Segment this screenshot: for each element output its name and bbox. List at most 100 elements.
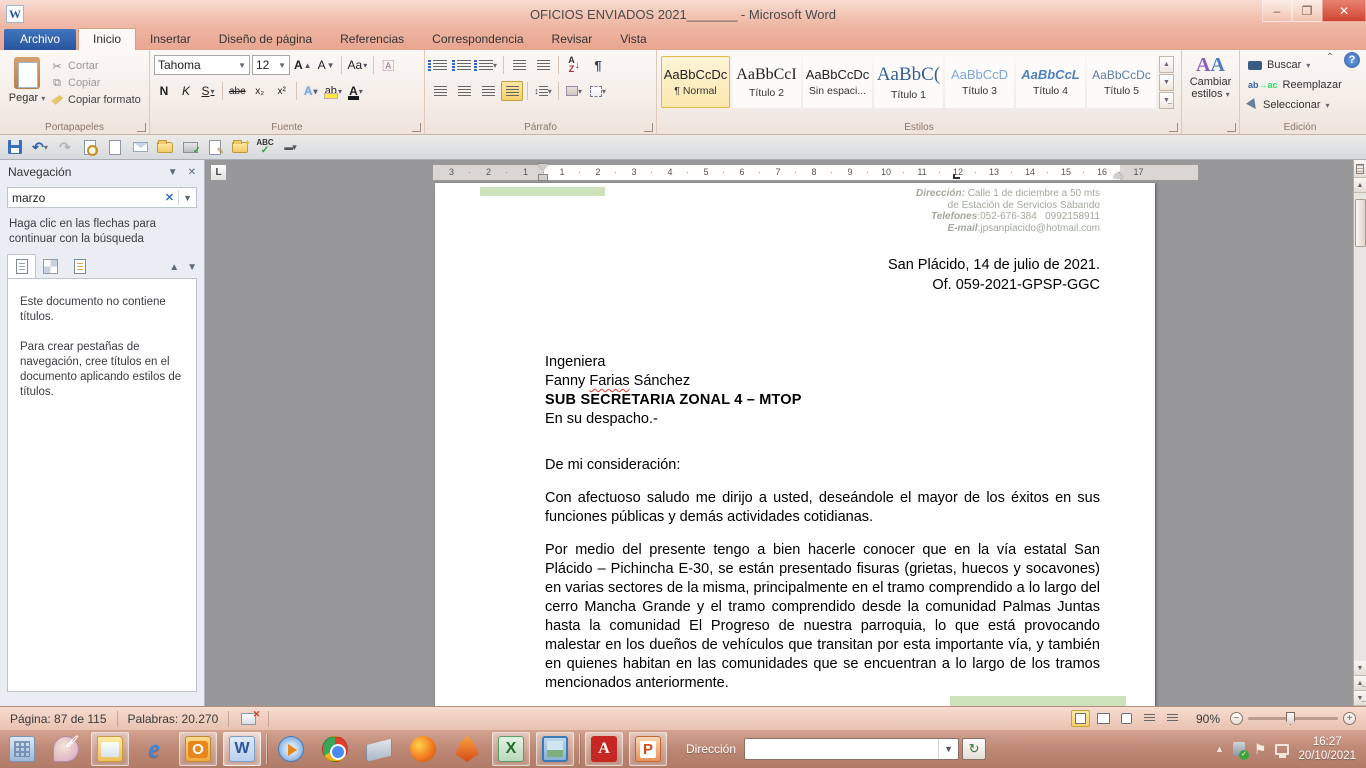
tab-correspondencia[interactable]: Correspondencia xyxy=(418,29,537,50)
style-titulo1[interactable]: AaBbC( Título 1 xyxy=(874,56,943,108)
previous-result-icon[interactable]: ▲ xyxy=(169,262,179,273)
text-effects-button[interactable]: A▾ xyxy=(301,81,321,101)
tab-referencias[interactable]: Referencias xyxy=(326,29,418,50)
customize-qat-button[interactable]: ▬▾ xyxy=(281,138,299,156)
minimize-button[interactable]: – xyxy=(1262,0,1292,22)
help-icon[interactable]: ? xyxy=(1344,52,1360,68)
taskbar-firefox[interactable] xyxy=(404,732,442,766)
next-page-button[interactable]: ▼̲ xyxy=(1354,691,1366,706)
proofing-errors-icon[interactable] xyxy=(241,713,256,725)
usb-device-icon[interactable] xyxy=(1233,742,1245,756)
taskbar-snipping-tool[interactable] xyxy=(536,732,574,766)
clear-formatting-button[interactable]: 🄰 xyxy=(378,55,398,75)
tab-insertar[interactable]: Insertar xyxy=(136,29,205,50)
font-family-combo[interactable]: Tahoma▼ xyxy=(154,55,250,75)
edit-document-button[interactable] xyxy=(206,138,224,156)
taskbar-scanner[interactable] xyxy=(360,732,398,766)
taskbar-powerpoint[interactable]: P xyxy=(629,732,667,766)
print-preview-button[interactable] xyxy=(81,138,99,156)
save-button[interactable] xyxy=(6,138,24,156)
taskbar-burn-tool[interactable] xyxy=(448,732,486,766)
grow-font-button[interactable]: A▲ xyxy=(292,55,314,75)
zoom-level[interactable]: 90% xyxy=(1196,712,1220,726)
taskbar-internet-explorer[interactable]: e xyxy=(135,732,173,766)
tab-stop-marker[interactable] xyxy=(953,174,960,179)
style-normal[interactable]: AaBbCcDc ¶ Normal xyxy=(661,56,730,108)
new-document-button[interactable] xyxy=(106,138,124,156)
borders-button[interactable]: ▾ xyxy=(587,81,609,101)
styles-scroll-down[interactable]: ▼ xyxy=(1159,74,1174,91)
undo-button[interactable]: ↶▾ xyxy=(31,138,49,156)
style-titulo4[interactable]: AaBbCcL Título 4 xyxy=(1016,56,1085,108)
sort-button[interactable]: AZ↓ xyxy=(563,55,585,75)
parrafo-dialog-launcher[interactable] xyxy=(644,123,653,132)
spelling-button[interactable]: ABC✓ xyxy=(256,138,274,156)
replace-button[interactable]: ab→acReemplazar xyxy=(1248,76,1356,94)
zoom-in-button[interactable]: + xyxy=(1343,712,1356,725)
line-spacing-button[interactable]: ↕▾ xyxy=(532,81,554,101)
strikethrough-button[interactable]: abe xyxy=(227,81,248,101)
open-button[interactable] xyxy=(156,138,174,156)
taskbar-media-player[interactable] xyxy=(272,732,310,766)
taskbar-outlook[interactable]: O xyxy=(179,732,217,766)
address-input[interactable] xyxy=(745,742,938,756)
taskbar-excel[interactable]: X xyxy=(492,732,530,766)
send-email-button[interactable] xyxy=(131,138,149,156)
justify-button[interactable] xyxy=(501,81,523,101)
taskbar-word[interactable]: W xyxy=(223,732,261,766)
numbering-button[interactable] xyxy=(453,55,475,75)
styles-scroll-up[interactable]: ▲ xyxy=(1159,56,1174,73)
new-folder-button[interactable] xyxy=(231,138,249,156)
paste-button[interactable]: Pegar ▾ xyxy=(4,53,50,118)
tab-inicio[interactable]: Inicio xyxy=(78,28,136,50)
hanging-indent-marker[interactable] xyxy=(538,174,548,181)
zoom-track[interactable] xyxy=(1248,717,1338,720)
address-go-button[interactable]: ↻ xyxy=(962,738,986,760)
view-ruler-toggle[interactable] xyxy=(1354,160,1366,178)
estilos-dialog-launcher[interactable] xyxy=(1169,123,1178,132)
next-result-icon[interactable]: ▼ xyxy=(187,262,197,273)
align-left-button[interactable] xyxy=(429,81,451,101)
taskbar-paint[interactable] xyxy=(47,732,85,766)
action-center-flag-icon[interactable]: ⚑ xyxy=(1254,741,1267,758)
scrollbar-thumb[interactable] xyxy=(1355,199,1366,247)
page-indicator[interactable]: Página: 87 de 115 xyxy=(0,712,117,726)
document-page[interactable]: Dirección: Calle 1 de diciembre a 50 mts… xyxy=(435,183,1155,706)
vertical-scrollbar[interactable]: ▲ ▼ ▲̲ ▼̲ xyxy=(1353,160,1366,706)
previous-page-button[interactable]: ▲̲ xyxy=(1354,676,1366,691)
collapse-ribbon-icon[interactable]: ⌃ xyxy=(1322,52,1338,68)
decrease-indent-button[interactable] xyxy=(508,55,530,75)
right-indent-marker[interactable] xyxy=(1113,172,1123,178)
change-case-button[interactable]: Aa▾ xyxy=(346,55,370,75)
nav-tab-headings[interactable] xyxy=(7,254,36,278)
portapapeles-dialog-launcher[interactable] xyxy=(137,123,146,132)
format-painter-button[interactable]: Copiar formato xyxy=(50,93,141,107)
cambiar-estilos-dialog-launcher[interactable] xyxy=(1227,123,1236,132)
increase-indent-button[interactable] xyxy=(532,55,554,75)
align-center-button[interactable] xyxy=(453,81,475,101)
address-dropdown-icon[interactable]: ▼ xyxy=(938,739,958,759)
font-color-button[interactable]: A▾ xyxy=(346,81,366,101)
clear-search-icon[interactable]: ✕ xyxy=(165,191,174,204)
scroll-up-arrow[interactable]: ▲ xyxy=(1354,178,1366,193)
show-marks-button[interactable]: ¶ xyxy=(587,55,609,75)
draft-view-button[interactable] xyxy=(1163,710,1182,727)
tab-vista[interactable]: Vista xyxy=(606,29,660,50)
letter-body[interactable]: Ingeniera Fanny Farias Sánchez SUB SECRE… xyxy=(545,353,1100,706)
network-icon[interactable] xyxy=(1275,744,1289,755)
fuente-dialog-launcher[interactable] xyxy=(412,123,421,132)
nav-search-input[interactable] xyxy=(12,191,161,205)
cut-button[interactable]: ✂Cortar xyxy=(50,59,141,73)
nav-tab-pages[interactable] xyxy=(36,254,65,278)
show-hidden-icons[interactable]: ▲ xyxy=(1215,744,1224,754)
multilevel-list-button[interactable]: ▾ xyxy=(477,55,499,75)
scroll-down-arrow[interactable]: ▼ xyxy=(1354,661,1366,676)
italic-button[interactable]: K xyxy=(176,81,196,101)
tab-revisar[interactable]: Revisar xyxy=(538,29,607,50)
shrink-font-button[interactable]: A▼ xyxy=(316,55,337,75)
underline-button[interactable]: S▾ xyxy=(198,81,218,101)
highlight-button[interactable]: ab▾ xyxy=(323,81,344,101)
style-titulo2[interactable]: AaBbCcI Título 2 xyxy=(732,56,801,108)
styles-more-button[interactable]: ▼̲ xyxy=(1159,92,1174,109)
tab-archivo[interactable]: Archivo xyxy=(4,29,76,50)
